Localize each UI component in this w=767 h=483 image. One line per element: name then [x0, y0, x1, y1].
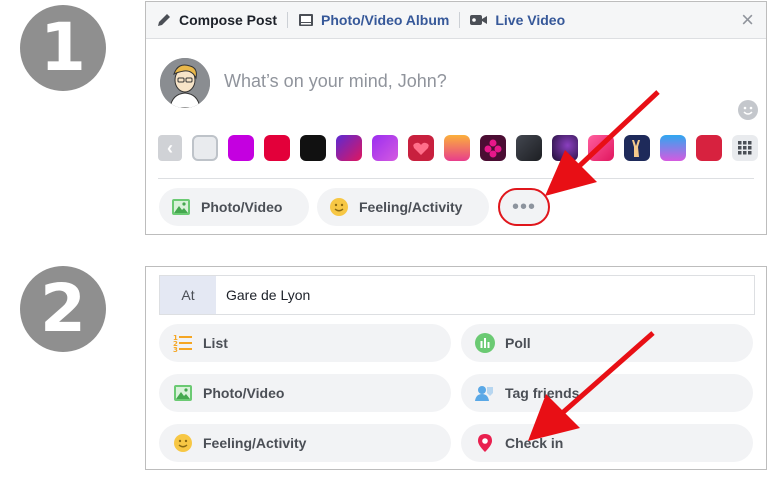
step-number-2: 2	[20, 266, 106, 352]
feeling-activity-button[interactable]: Feeling/Activity	[317, 188, 489, 226]
swatch-pink-gradient[interactable]	[588, 135, 614, 161]
swatch-heart[interactable]	[408, 135, 434, 161]
status-placeholder[interactable]: What’s on your mind, John?	[224, 71, 447, 92]
album-icon	[299, 14, 314, 26]
feeling-activity-button-2[interactable]: Feeling/Activity	[159, 424, 451, 462]
tag-friends-label: Tag friends	[505, 385, 580, 401]
more-dots-icon: •••	[511, 196, 536, 218]
check-in-button[interactable]: Check in	[461, 424, 753, 462]
feeling-activity-label-2: Feeling/Activity	[203, 435, 307, 451]
post-options-panel: At Gare de Lyon 123 List Poll Photo/Vide…	[145, 266, 767, 470]
swatch-black[interactable]	[300, 135, 326, 161]
swatch-orange[interactable]	[444, 135, 470, 161]
check-in-label: Check in	[505, 435, 564, 451]
swatch-blue-pink[interactable]	[660, 135, 686, 161]
tab-compose-label: Compose Post	[179, 12, 278, 28]
tab-divider	[287, 12, 289, 28]
chevron-left-icon[interactable]: ‹	[158, 135, 182, 161]
pencil-icon	[158, 14, 170, 26]
poll-label: Poll	[505, 335, 531, 351]
swatch-red[interactable]	[264, 135, 290, 161]
poll-button[interactable]: Poll	[461, 324, 753, 362]
emoji-icon[interactable]	[738, 100, 758, 120]
photo-icon	[173, 383, 193, 403]
avatar	[160, 58, 210, 108]
swatch-peace[interactable]	[624, 135, 650, 161]
tag-friends-icon	[475, 383, 495, 403]
divider	[158, 178, 754, 179]
photo-video-button[interactable]: Photo/Video	[159, 188, 309, 226]
photo-video-button-2[interactable]: Photo/Video	[159, 374, 451, 412]
poll-icon	[475, 333, 495, 353]
feeling-activity-label: Feeling/Activity	[359, 199, 463, 215]
photo-video-label-2: Photo/Video	[203, 385, 285, 401]
swatch-dark[interactable]	[516, 135, 542, 161]
tag-friends-button[interactable]: Tag friends	[461, 374, 753, 412]
tab-compose-post[interactable]: Compose Post	[156, 2, 287, 39]
list-button[interactable]: 123 List	[159, 324, 451, 362]
tab-live-video[interactable]: Live Video	[470, 2, 575, 39]
location-pin-icon	[475, 433, 495, 453]
more-options-button[interactable]: •••	[498, 188, 550, 226]
location-row[interactable]: At Gare de Lyon	[159, 275, 755, 315]
swatch-magenta[interactable]	[228, 135, 254, 161]
list-label: List	[203, 335, 228, 351]
close-icon[interactable]: ×	[741, 9, 754, 31]
swatch-flower[interactable]	[480, 135, 506, 161]
swatch-blank[interactable]	[192, 135, 218, 161]
tab-divider	[459, 12, 461, 28]
svg-text:3: 3	[173, 346, 178, 353]
smiley-icon	[173, 433, 193, 453]
step-number-1: 1	[20, 5, 106, 91]
tab-album-label: Photo/Video Album	[321, 12, 450, 28]
at-label: At	[160, 276, 216, 314]
compose-post-panel: Compose Post Photo/Video Album Live Vide…	[145, 1, 767, 235]
swatch-galaxy[interactable]	[552, 135, 578, 161]
location-value[interactable]: Gare de Lyon	[216, 276, 310, 314]
tab-live-label: Live Video	[495, 12, 566, 28]
smiley-icon	[329, 197, 349, 217]
numbered-list-icon: 123	[173, 333, 193, 354]
photo-video-label: Photo/Video	[201, 199, 283, 215]
tab-photo-video-album[interactable]: Photo/Video Album	[298, 2, 459, 39]
video-camera-icon	[470, 15, 488, 25]
swatch-purple-pink[interactable]	[336, 135, 362, 161]
composer-tab-bar: Compose Post Photo/Video Album Live Vide…	[146, 2, 766, 39]
swatch-violet[interactable]	[372, 135, 398, 161]
background-swatches: ‹	[158, 135, 767, 163]
swatch-crimson[interactable]	[696, 135, 722, 161]
photo-icon	[171, 197, 191, 217]
grid-icon[interactable]	[732, 135, 758, 161]
